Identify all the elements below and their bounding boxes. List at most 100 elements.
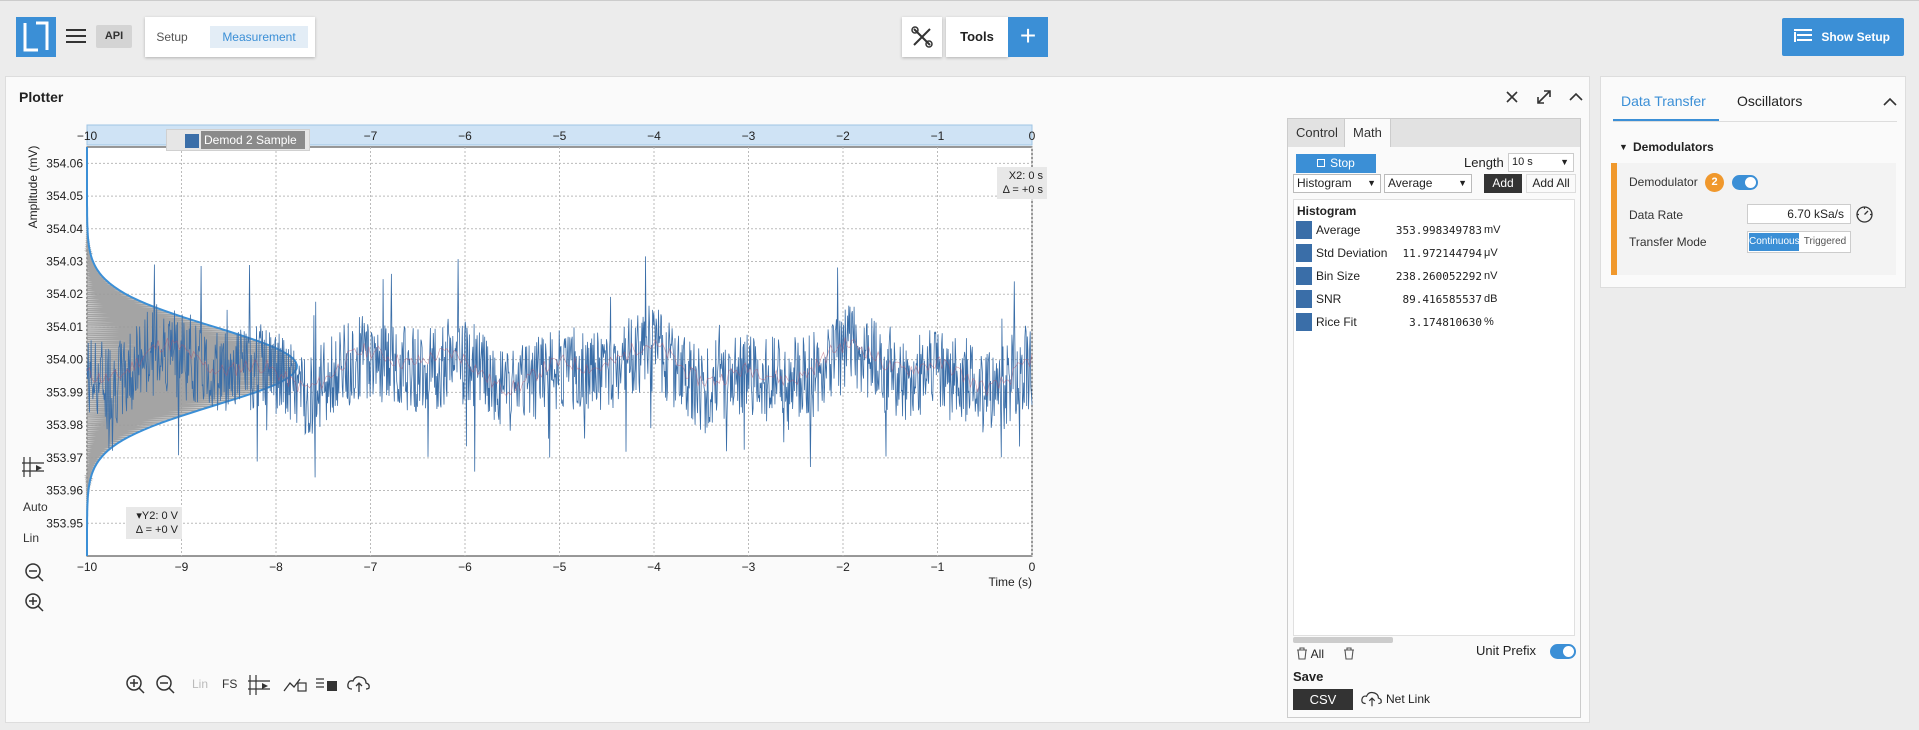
bottom-toolbar: Lin FS bbox=[126, 673, 456, 703]
y-tick-label: 354.04 bbox=[46, 222, 83, 236]
trash-icon bbox=[1344, 647, 1354, 660]
x-tick-label: −7 bbox=[364, 560, 378, 574]
stop-button[interactable]: Stop bbox=[1296, 154, 1376, 173]
top-x-tick-label: 0 bbox=[1029, 129, 1036, 143]
row-name: Rice Fit bbox=[1316, 315, 1357, 329]
x-zoom-out-icon[interactable] bbox=[154, 673, 176, 698]
collapse-icon[interactable] bbox=[1566, 87, 1586, 107]
top-x-tick-label: −7 bbox=[364, 129, 378, 143]
row-value: 238.260052292 bbox=[1395, 270, 1482, 283]
row-value: 353.998349783 bbox=[1395, 224, 1482, 237]
tab-data-transfer[interactable]: Data Transfer bbox=[1621, 93, 1706, 109]
chevron-down-icon: ▼ bbox=[1560, 157, 1569, 167]
add-all-button[interactable]: Add All bbox=[1526, 174, 1576, 193]
menu-icon[interactable] bbox=[66, 25, 86, 47]
tab-oscillators[interactable]: Oscillators bbox=[1737, 93, 1802, 109]
row-name: Average bbox=[1316, 223, 1361, 237]
demodulator-card: Demodulator 2 Data Rate 6.70 kSa/s Trans… bbox=[1611, 163, 1896, 275]
row-unit: nV bbox=[1484, 270, 1498, 282]
demodulator-enable-toggle[interactable] bbox=[1732, 175, 1758, 190]
show-setup-button[interactable]: Show Setup bbox=[1782, 18, 1904, 56]
expand-icon[interactable] bbox=[1534, 87, 1554, 107]
api-button[interactable]: API bbox=[96, 25, 132, 48]
y-tick-label: 353.95 bbox=[46, 516, 83, 530]
x-zoom-in-icon[interactable] bbox=[124, 673, 146, 698]
row-color-swatch bbox=[1296, 244, 1312, 262]
mode-continuous-button[interactable]: Continuous bbox=[1749, 233, 1800, 251]
top-x-tick-label: −4 bbox=[647, 129, 661, 143]
y-tick-label: 354.03 bbox=[46, 255, 83, 269]
horizontal-scrollbar[interactable] bbox=[1293, 637, 1393, 643]
top-x-tick-label: −5 bbox=[553, 129, 567, 143]
math-panel: Control Math Stop Length 10 s ▼ Histogra… bbox=[1287, 118, 1581, 718]
save-label: Save bbox=[1293, 669, 1324, 684]
demodulator-index-badge: 2 bbox=[1705, 173, 1724, 192]
net-link[interactable]: Net Link bbox=[1386, 692, 1430, 706]
x-fullscale-button[interactable]: FS bbox=[222, 677, 237, 691]
x-lin-scale[interactable]: Lin bbox=[192, 677, 208, 691]
snapshot-icon[interactable] bbox=[282, 673, 308, 698]
histogram-row[interactable]: Average 353.998349783 mV bbox=[1296, 220, 1574, 240]
x-tick-label: −6 bbox=[458, 560, 472, 574]
x-tick-label: 0 bbox=[1029, 560, 1036, 574]
add-tool-button[interactable]: + bbox=[1008, 17, 1048, 57]
amplitude-chart[interactable]: 354.06 354.05 354.04 354.03 354.02 354.01 354.… bbox=[0, 59, 1269, 679]
row-unit: % bbox=[1484, 316, 1494, 328]
row-unit: μV bbox=[1484, 247, 1498, 259]
x-axis-label: Time (s) bbox=[988, 575, 1032, 589]
delete-button[interactable] bbox=[1343, 647, 1355, 663]
chevron-down-icon: ▼ bbox=[1458, 178, 1467, 188]
export-icon[interactable] bbox=[314, 673, 340, 698]
histogram-row[interactable]: SNR 89.416585537 dB bbox=[1296, 289, 1574, 309]
legend-swatch bbox=[185, 134, 199, 148]
y2-cursor-readout: ▾Y2: 0 V Δ = +0 V bbox=[126, 507, 182, 539]
tab-control[interactable]: Control bbox=[1288, 119, 1346, 147]
collapse-icon[interactable] bbox=[1881, 93, 1899, 114]
top-x-tick-label: −10 bbox=[77, 129, 98, 143]
length-select[interactable]: 10 s ▼ bbox=[1508, 153, 1574, 172]
statistic-select[interactable]: Average ▼ bbox=[1384, 174, 1472, 193]
demodulators-title: Demodulators bbox=[1633, 140, 1714, 154]
x2-value: X2: 0 s bbox=[1008, 170, 1043, 182]
top-x-tick-label: −6 bbox=[458, 129, 472, 143]
histogram-row[interactable]: Std Deviation 11.972144794 μV bbox=[1296, 243, 1574, 263]
y-axis-label: Amplitude (mV) bbox=[26, 146, 40, 229]
legend[interactable]: Demod 2 Sample R bbox=[166, 129, 310, 165]
tools-wrench-icon[interactable] bbox=[902, 17, 942, 57]
x-cursor-tool-icon[interactable] bbox=[246, 673, 272, 700]
row-color-swatch bbox=[1296, 221, 1312, 239]
x-tick-label: −10 bbox=[77, 560, 98, 574]
row-unit: mV bbox=[1484, 224, 1501, 236]
operation-select[interactable]: Histogram ▼ bbox=[1293, 174, 1381, 193]
histogram-row[interactable]: Rice Fit 3.174810630% bbox=[1296, 312, 1574, 332]
top-x-tick-label: −3 bbox=[742, 129, 756, 143]
measurement-tab[interactable]: Measurement bbox=[210, 26, 308, 48]
gauge-icon[interactable] bbox=[1855, 205, 1874, 227]
x2-delta: Δ = +0 s bbox=[1002, 184, 1043, 196]
close-icon[interactable] bbox=[1502, 87, 1522, 107]
setup-tab[interactable]: Setup bbox=[151, 26, 193, 48]
y-tick-label: 354.05 bbox=[46, 189, 83, 203]
histogram-row[interactable]: Bin Size 238.260052292 nV bbox=[1296, 266, 1574, 286]
data-rate-input[interactable]: 6.70 kSa/s bbox=[1747, 204, 1851, 224]
delete-all-button[interactable]: All bbox=[1296, 647, 1324, 661]
mode-triggered-button[interactable]: Triggered bbox=[1800, 233, 1850, 251]
cloud-upload-icon[interactable] bbox=[346, 673, 372, 698]
tab-math[interactable]: Math bbox=[1344, 119, 1391, 147]
x-tick-label: −1 bbox=[931, 560, 945, 574]
add-button[interactable]: Add bbox=[1484, 174, 1522, 193]
caret-down-icon[interactable]: ▼ bbox=[1619, 142, 1628, 152]
row-value: 89.416585537 bbox=[1402, 293, 1482, 306]
unit-prefix-toggle[interactable] bbox=[1550, 644, 1576, 659]
active-tab-indicator bbox=[1613, 119, 1719, 121]
y-tick-label: 354.06 bbox=[46, 156, 83, 170]
csv-button[interactable]: CSV bbox=[1293, 689, 1353, 710]
tools-button[interactable]: Tools bbox=[946, 17, 1008, 57]
row-color-swatch bbox=[1296, 290, 1312, 308]
cloud-upload-icon[interactable] bbox=[1360, 689, 1384, 712]
x-tick-label: −2 bbox=[836, 560, 850, 574]
y-tick-label: 354.02 bbox=[46, 287, 83, 301]
x-tick-label: −5 bbox=[553, 560, 567, 574]
x-tick-label: −8 bbox=[269, 560, 283, 574]
x2-cursor-readout: X2: 0 s Δ = +0 s bbox=[997, 167, 1047, 199]
